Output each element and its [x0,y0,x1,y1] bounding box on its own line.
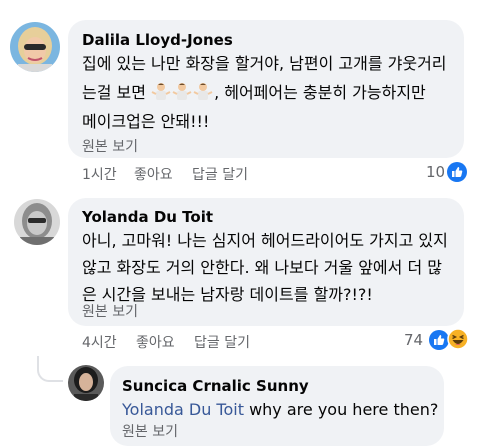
avatar-suncica[interactable] [68,365,104,401]
comment-actions: 1시간 좋아요 답글 달기 [82,164,382,184]
mention-link[interactable]: Yolanda Du Toit [122,400,244,419]
comment-time[interactable]: 1시간 [82,164,117,184]
reply-button[interactable]: 답글 달기 [194,332,250,352]
reply-author[interactable]: Suncica Crnalic Sunny [122,377,309,395]
thread-connector-line [37,356,63,382]
like-reaction-icon[interactable] [429,330,449,350]
reply-button[interactable]: 답글 달기 [192,164,248,184]
person-shrugging-icon [151,81,171,101]
comment-author[interactable]: Yolanda Du Toit [82,208,213,226]
see-original-link[interactable]: 원본 보기 [122,421,178,441]
comment-text-fragment: 는걸 보면 [82,83,146,102]
comment-text-line: 는걸 보면 , 헤어페어는 충분히 가능하지만 [82,78,426,108]
see-original-link[interactable]: 원본 보기 [82,301,138,321]
comment-author[interactable]: Dalila Lloyd-Jones [82,31,233,49]
avatar-yolanda[interactable] [14,199,60,245]
like-reaction-icon[interactable] [447,162,467,182]
comment-text-fragment: , 헤어페어는 충분히 가능하지만 [214,83,426,102]
comment-text-line: 메이크업은 안돼!!! [82,112,210,131]
reaction-count[interactable]: 74 [404,331,423,349]
person-shrugging-icon [193,81,213,101]
like-button[interactable]: 좋아요 [136,332,175,352]
see-original-link[interactable]: 원본 보기 [82,136,138,156]
reaction-count[interactable]: 10 [426,163,445,181]
comment-actions: 4시간 좋아요 답글 달기 [82,332,382,352]
comment-text-line: 집에 있는 나만 화장을 할거야, 남편이 고개를 갸웃거리 [82,54,447,73]
like-button[interactable]: 좋아요 [134,164,173,184]
comment-text-line: 아니, 고마워! 나는 심지어 헤어드라이어도 가지고 있지 [82,231,448,250]
person-shrugging-icon [172,81,192,101]
avatar-dalila[interactable] [10,22,60,72]
comment-text-line: 않고 화장도 거의 안한다. 왜 나보다 거울 앞에서 더 많 [82,258,442,277]
reply-text: why are you here then? [249,400,439,419]
haha-reaction-icon[interactable] [447,328,469,350]
comment-time[interactable]: 4시간 [82,332,117,352]
